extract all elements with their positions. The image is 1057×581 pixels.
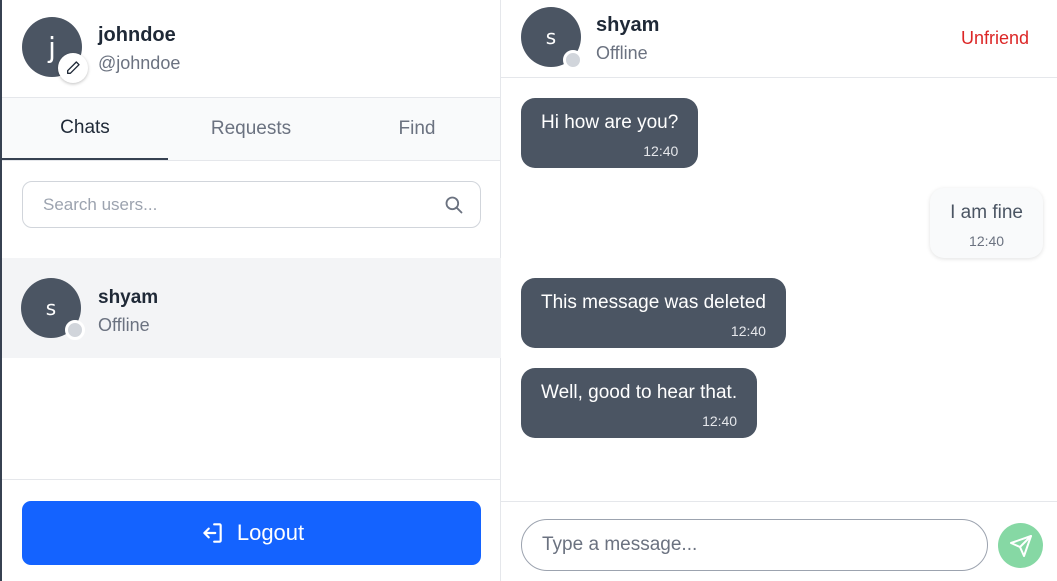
chat-offline-status-dot xyxy=(563,50,583,70)
logout-button[interactable]: Logout xyxy=(22,501,481,565)
message-text: Hi how are you? xyxy=(541,112,679,133)
chat-contact-status: Offline xyxy=(596,43,648,63)
chat-avatar-letter: s xyxy=(545,25,557,49)
message-bubble-incoming[interactable]: Well, good to hear that. 12:40 xyxy=(521,368,758,438)
message-time: 12:40 xyxy=(643,143,679,159)
send-icon xyxy=(1009,534,1032,557)
profile-name: johndoe xyxy=(98,24,176,46)
message-bubble-incoming[interactable]: This message was deleted 12:40 xyxy=(521,278,786,348)
chat-panel: s shyam Offline Unfriend Hi how are you?… xyxy=(501,0,1057,581)
logout-label: Logout xyxy=(236,520,305,545)
message-bubble-outgoing[interactable]: I am fine 12:40 xyxy=(930,188,1043,258)
profile-handle: @johndoe xyxy=(98,53,181,73)
contact-status: Offline xyxy=(98,315,150,335)
search-input[interactable] xyxy=(23,182,442,227)
chat-app: j johndoe @johndoe Chats Requests Find S… xyxy=(0,0,1057,581)
contact-list-item[interactable]: s xyxy=(2,258,501,358)
unfriend-button[interactable]: Unfriend xyxy=(961,28,1029,49)
message-text: I am fine xyxy=(950,202,1023,223)
tab-requests[interactable]: Requests xyxy=(168,98,334,160)
pencil-icon xyxy=(67,61,80,74)
profile-header: j johndoe @johndoe xyxy=(2,0,500,98)
logout-icon xyxy=(203,523,222,543)
edit-profile-button[interactable] xyxy=(58,53,88,83)
message-bubble-incoming[interactable]: Hi how are you? 12:40 xyxy=(521,98,699,168)
chat-header: s shyam Offline Unfriend xyxy=(501,0,1057,78)
chat-contact-name: shyam xyxy=(596,14,660,36)
send-button[interactable] xyxy=(998,523,1043,568)
message-time: 12:40 xyxy=(730,323,766,339)
search-box xyxy=(22,181,481,228)
message-text: Well, good to hear that. xyxy=(541,382,738,403)
tab-find[interactable]: Find xyxy=(334,98,500,160)
sidebar: j johndoe @johndoe Chats Requests Find S… xyxy=(0,0,501,581)
search-icon[interactable] xyxy=(442,193,466,217)
sidebar-tabs: Chats Requests Find xyxy=(2,98,500,161)
message-time: 12:40 xyxy=(969,233,1005,249)
contact-name: shyam xyxy=(98,287,159,308)
tab-chats[interactable]: Chats xyxy=(2,98,168,160)
profile-avatar-letter: j xyxy=(48,30,56,64)
message-text: This message was deleted xyxy=(541,292,766,313)
logout-area: Logout xyxy=(2,479,501,581)
message-composer xyxy=(501,501,1057,581)
contact-avatar-letter: s xyxy=(45,296,57,320)
offline-status-dot xyxy=(65,320,85,340)
message-time: 12:40 xyxy=(702,413,738,429)
message-input[interactable] xyxy=(521,519,988,571)
